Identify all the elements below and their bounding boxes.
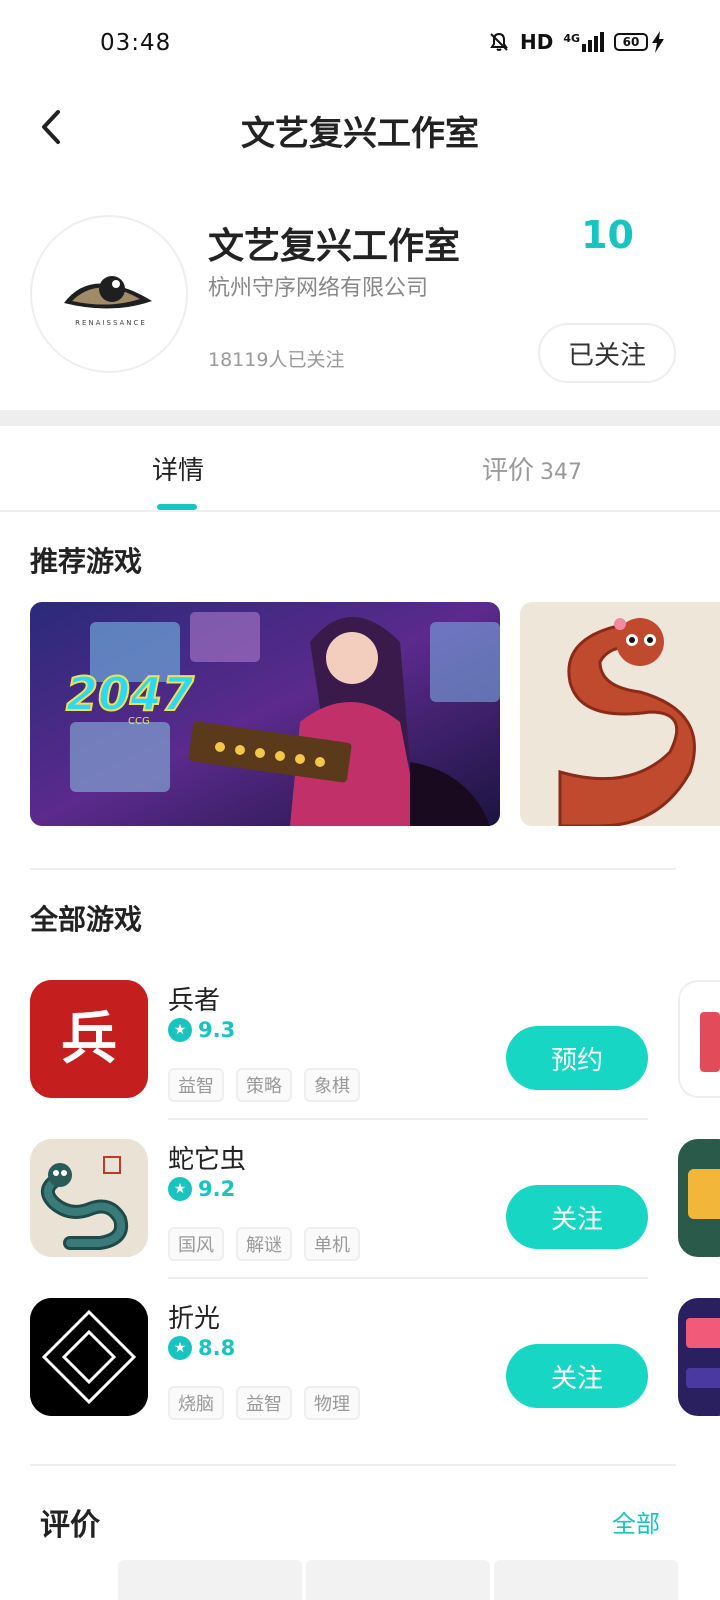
tag[interactable]: 国风 (168, 1227, 224, 1261)
tab-bar: 详情 评价 347 (0, 426, 720, 512)
tab-reviews[interactable]: 评价 347 (482, 450, 582, 487)
game-row-shetachong[interactable]: 蛇它虫 ★ 9.2 国风 解谜 单机 关注 (0, 1139, 720, 1279)
banner-logo-sub: CCG (128, 716, 150, 727)
signal-icon: 4G (563, 32, 604, 52)
game-name: 兵者 (168, 986, 221, 1016)
page-title: 文艺复兴工作室 (241, 114, 479, 154)
network-hd-label: HD (519, 30, 554, 54)
side-card-peek[interactable] (678, 980, 720, 1098)
game-tags: 烧脑 益智 物理 (168, 1386, 360, 1420)
tag[interactable]: 益智 (168, 1068, 224, 1102)
banner-2047-art: 2047 CCG (30, 602, 500, 826)
game-row-zheguang[interactable]: 折光 ★ 8.8 烧脑 益智 物理 关注 (0, 1298, 720, 1438)
company-name: 杭州守序网络有限公司 (208, 276, 429, 301)
bingzhe-icon-char: 兵 (61, 1006, 117, 1072)
game-icon-zheguang[interactable] (30, 1298, 148, 1416)
follower-count: 18119人已关注 (208, 349, 345, 371)
charging-icon (652, 31, 664, 53)
banner-2047[interactable]: 2047 CCG (30, 602, 500, 826)
row-divider (168, 1277, 648, 1279)
rating-value: 9.3 (198, 1018, 236, 1042)
game-name: 蛇它虫 (168, 1145, 247, 1175)
tab-reviews-label: 评价 (482, 456, 535, 486)
rating-value: 8.8 (198, 1336, 236, 1360)
snake-icon-art (30, 1139, 148, 1257)
rating-value: 9.2 (198, 1177, 236, 1201)
status-bar: 03:48 HD 4G 60 (0, 0, 720, 90)
tab-details-label: 详情 (152, 456, 205, 486)
diamond-icon-art (30, 1298, 148, 1416)
studio-stat-number: 10 (581, 213, 634, 257)
star-icon: ★ (168, 1177, 192, 1201)
reviews-all-link[interactable]: 全部 (612, 1504, 660, 1539)
star-icon: ★ (168, 1018, 192, 1042)
tab-reviews-count: 347 (540, 460, 583, 485)
review-card[interactable] (494, 1560, 678, 1600)
review-card[interactable] (306, 1560, 490, 1600)
tag[interactable]: 策略 (236, 1068, 292, 1102)
tag[interactable]: 解谜 (236, 1227, 292, 1261)
tag[interactable]: 物理 (304, 1386, 360, 1420)
status-time: 03:48 (100, 30, 172, 56)
game-tags: 国风 解谜 单机 (168, 1227, 360, 1261)
banner-snake-art (520, 602, 720, 826)
game-icon-bingzhe[interactable]: 兵 (30, 980, 148, 1098)
reserve-button[interactable]: 预约 (506, 1026, 648, 1090)
star-icon: ★ (168, 1336, 192, 1360)
game-icon-shetachong[interactable] (30, 1139, 148, 1257)
tag[interactable]: 象棋 (304, 1068, 360, 1102)
side-card-peek[interactable] (678, 1298, 720, 1416)
game-rating: ★ 9.2 (168, 1177, 235, 1201)
game-rating: ★ 8.8 (168, 1336, 235, 1360)
tag[interactable]: 烧脑 (168, 1386, 224, 1420)
follow-button[interactable]: 关注 (506, 1344, 648, 1408)
divider (30, 868, 676, 870)
studio-logo-text: RENAISSANCE (75, 319, 147, 327)
review-cards-peek (118, 1560, 678, 1600)
tab-details[interactable]: 详情 (152, 450, 204, 487)
active-tab-indicator (157, 504, 197, 510)
status-icons: HD 4G 60 (488, 30, 664, 54)
follow-button[interactable]: 关注 (506, 1185, 648, 1249)
game-row-bingzhe[interactable]: 兵 兵者 ★ 9.3 益智 策略 象棋 预约 (0, 980, 720, 1120)
banner-snake-game[interactable] (520, 602, 720, 826)
signal-label: 4G (563, 32, 580, 45)
tag[interactable]: 单机 (304, 1227, 360, 1261)
game-name: 折光 (168, 1304, 221, 1334)
side-card-peek[interactable] (678, 1139, 720, 1257)
followed-button[interactable]: 已关注 (538, 323, 676, 383)
game-rating: ★ 9.3 (168, 1018, 235, 1042)
studio-header: RENAISSANCE 文艺复兴工作室 杭州守序网络有限公司 18119人已关注… (0, 195, 720, 405)
battery-level: 60 (614, 33, 648, 51)
tag[interactable]: 益智 (236, 1386, 292, 1420)
row-divider (168, 1118, 648, 1120)
battery-icon: 60 (614, 31, 664, 53)
review-card[interactable] (118, 1560, 302, 1600)
recommended-title: 推荐游戏 (30, 545, 143, 578)
mute-bell-icon (490, 32, 508, 51)
eye-logo-icon: RENAISSANCE (64, 276, 152, 327)
section-separator (0, 410, 720, 426)
reviews-title: 评价 (40, 1508, 100, 1543)
bingzhe-icon-art: 兵 (30, 980, 148, 1098)
all-games-title: 全部游戏 (30, 903, 143, 936)
studio-avatar[interactable]: RENAISSANCE (30, 215, 188, 373)
recommended-carousel[interactable]: 2047 CCG (30, 602, 720, 826)
divider (30, 1464, 676, 1466)
top-bar: 文艺复兴工作室 (0, 90, 720, 170)
banner-logo-text: 2047 (66, 667, 194, 721)
game-tags: 益智 策略 象棋 (168, 1068, 360, 1102)
studio-name: 文艺复兴工作室 (208, 226, 461, 267)
